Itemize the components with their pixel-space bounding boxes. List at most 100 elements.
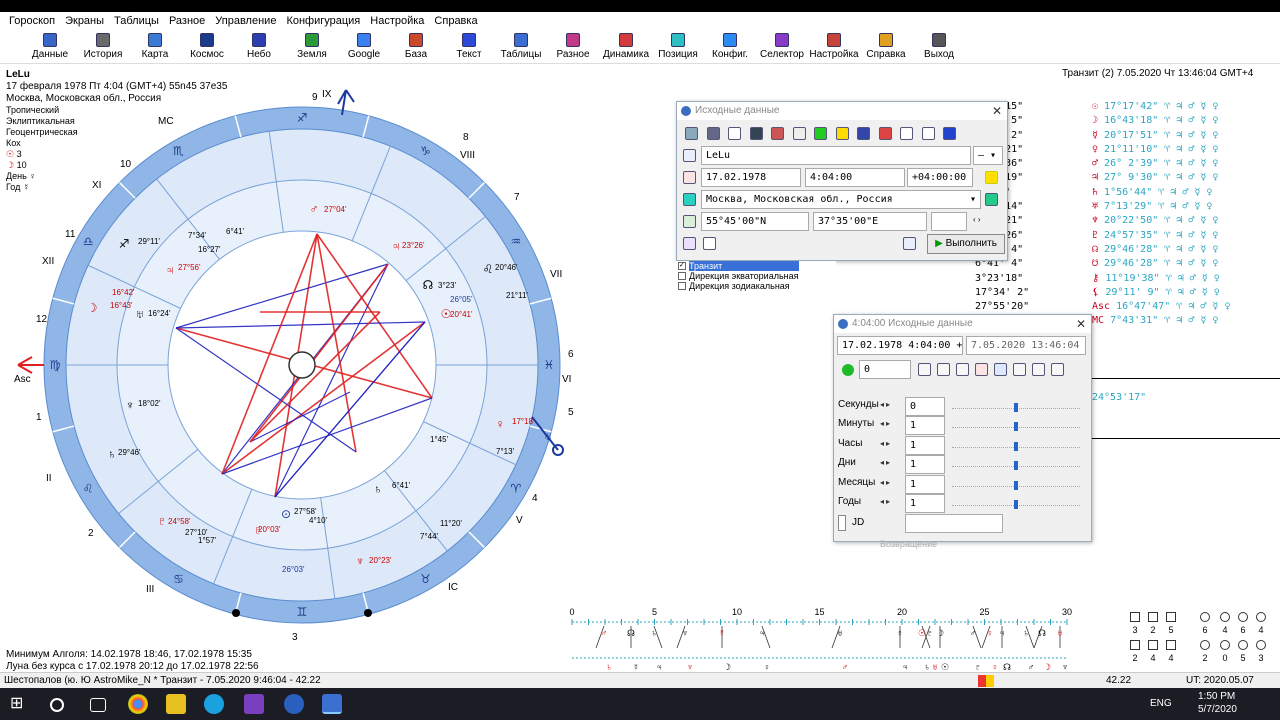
step-value-input[interactable]: 0 xyxy=(859,360,911,379)
h-icon[interactable] xyxy=(835,127,849,140)
slider-knob[interactable] xyxy=(1014,500,1018,509)
toolbar-button-11[interactable]: Динамика xyxy=(598,32,654,60)
step-value-field[interactable]: 0 xyxy=(905,397,945,416)
slider-knob[interactable] xyxy=(1014,442,1018,451)
toolbar-button-10[interactable]: Разное xyxy=(545,32,601,60)
next-icon[interactable] xyxy=(1051,363,1064,376)
spin-arrows[interactable]: ◂▸ xyxy=(880,458,902,467)
name-input[interactable]: LeLu xyxy=(701,146,971,165)
menu-configuration[interactable]: Конфигурация xyxy=(281,12,365,30)
slider-knob[interactable] xyxy=(1014,403,1018,412)
toolbar-button-3[interactable]: Космос xyxy=(179,32,235,60)
pin-icon[interactable] xyxy=(857,127,870,140)
clock-time[interactable]: 1:50 PM xyxy=(1198,691,1235,702)
spin-arrows[interactable]: ◂▸ xyxy=(880,419,902,428)
astro-app-icon[interactable] xyxy=(322,694,342,714)
jd-toggle[interactable] xyxy=(838,515,846,531)
paste-icon[interactable] xyxy=(706,127,720,140)
name-dropdown[interactable]: — ▾ xyxy=(973,146,1003,165)
slider-knob[interactable] xyxy=(1014,422,1018,431)
toolbar-button-1[interactable]: История xyxy=(75,32,131,60)
return-label[interactable]: Возвращение xyxy=(880,539,937,549)
save-icon[interactable] xyxy=(1013,363,1026,376)
place-input[interactable]: Москва, Московская обл., Россия ▾ xyxy=(701,190,981,209)
flag-icon[interactable] xyxy=(771,127,784,140)
toolbar-button-0[interactable]: Данные xyxy=(22,32,78,60)
language-indicator[interactable]: ENG xyxy=(1150,698,1172,709)
copy-icon[interactable] xyxy=(903,237,916,250)
arrows-icon[interactable]: ‹ › xyxy=(973,215,981,224)
menu-screens[interactable]: Экраны xyxy=(60,12,109,30)
jd-input[interactable] xyxy=(905,514,1003,533)
step-value-field[interactable]: 1 xyxy=(905,475,945,494)
transit-type-list[interactable]: ✓ Транзит Дирекция экваториальная Дирекци… xyxy=(676,261,836,303)
toolbar-button-12[interactable]: Позиция xyxy=(650,32,706,60)
menu-help[interactable]: Справка xyxy=(429,12,482,30)
toolbar-button-16[interactable]: Справка xyxy=(858,32,914,60)
spin-arrows[interactable]: ◂▸ xyxy=(880,497,902,506)
timezone-input[interactable]: +04:00:00 xyxy=(907,168,973,187)
save-icon[interactable] xyxy=(749,127,763,140)
menu-control[interactable]: Управление xyxy=(210,12,281,30)
list-item-zodiacal[interactable]: Дирекция зодиакальная xyxy=(676,281,836,291)
toolbar-button-13[interactable]: Конфиг. xyxy=(702,32,758,60)
refresh-icon[interactable] xyxy=(878,127,892,140)
natal-chart-wheel[interactable]: ♈♉♊♋♌♍♎♏♐♑♒♓AscIIIII ICVVIVIIVIIIIXMCXIXI… xyxy=(0,72,600,642)
dialog-title-bar[interactable]: Исходные данные ✕ xyxy=(677,102,1007,120)
l-icon[interactable] xyxy=(814,127,827,140)
play-indicator-icon[interactable] xyxy=(842,364,854,376)
checkbox-checked[interactable]: ✓ xyxy=(678,262,686,270)
step-value-field[interactable]: 1 xyxy=(905,455,945,474)
toolbar-button-6[interactable]: Google xyxy=(336,32,392,60)
sun-mode-icon[interactable] xyxy=(937,363,950,376)
k-icon[interactable] xyxy=(792,127,806,140)
timezone-color-icon[interactable] xyxy=(985,171,998,184)
chevron-down-icon[interactable]: ▾ xyxy=(970,191,976,208)
toolbar-button-5[interactable]: Земля xyxy=(284,32,340,60)
step-value-field[interactable]: 1 xyxy=(905,494,945,513)
step-slider[interactable] xyxy=(952,500,1080,509)
clock-date[interactable]: 5/7/2020 xyxy=(1198,704,1237,715)
step-slider[interactable] xyxy=(952,403,1080,412)
export-icon[interactable] xyxy=(994,363,1007,376)
toolbar-button-15[interactable]: Настройка xyxy=(806,32,862,60)
spin-arrows[interactable]: ◂▸ xyxy=(880,439,902,448)
list-item-equatorial[interactable]: Дирекция экваториальная xyxy=(676,271,836,281)
ring-icon[interactable] xyxy=(921,127,935,140)
spin-arrows[interactable]: ◂▸ xyxy=(880,400,902,409)
circle-mode-icon[interactable] xyxy=(956,363,969,376)
slider-knob[interactable] xyxy=(1014,461,1018,470)
step-slider[interactable] xyxy=(952,461,1080,470)
z-icon[interactable] xyxy=(943,127,956,140)
close-icon[interactable]: ✕ xyxy=(992,102,1002,120)
date-input[interactable]: 17.02.1978 xyxy=(701,168,801,187)
menu-tables[interactable]: Таблицы xyxy=(109,12,164,30)
chrome-icon[interactable] xyxy=(128,694,148,714)
toolbar-button-8[interactable]: Текст xyxy=(441,32,497,60)
sync-icon[interactable] xyxy=(918,363,931,376)
close-icon[interactable]: ✕ xyxy=(1076,315,1086,333)
globe-icon[interactable] xyxy=(985,193,998,206)
toolbar-button-2[interactable]: Карта xyxy=(127,32,183,60)
dot-toggle[interactable] xyxy=(703,237,716,250)
toolbar-button-17[interactable]: Выход xyxy=(911,32,967,60)
app-icon-purple[interactable] xyxy=(244,694,264,714)
spin-arrows[interactable]: ◂▸ xyxy=(880,478,902,487)
calendar-icon[interactable] xyxy=(975,363,988,376)
dialog-title-bar[interactable]: 4:04:00 Исходные данные ✕ xyxy=(834,315,1091,333)
prev-icon[interactable] xyxy=(1032,363,1045,376)
skype-icon[interactable] xyxy=(204,694,224,714)
menu-settings[interactable]: Настройка xyxy=(365,12,429,30)
step-slider[interactable] xyxy=(952,442,1080,451)
checkbox[interactable] xyxy=(678,272,686,280)
toolbar-button-14[interactable]: Селектор xyxy=(754,32,810,60)
circle-icon[interactable] xyxy=(900,127,913,140)
menu-horoscope[interactable]: Гороскоп xyxy=(4,12,60,30)
folder-icon[interactable] xyxy=(166,694,186,714)
longitude-input[interactable]: 37°35'00"E xyxy=(813,212,927,231)
app-icon-blue[interactable] xyxy=(284,694,304,714)
step-value-field[interactable]: 1 xyxy=(905,436,945,455)
time-step-dialog[interactable]: 4:04:00 Исходные данные ✕ 17.02.1978 4:0… xyxy=(833,314,1092,549)
step-value-field[interactable]: 1 xyxy=(905,416,945,435)
mode-icon[interactable] xyxy=(683,237,696,250)
